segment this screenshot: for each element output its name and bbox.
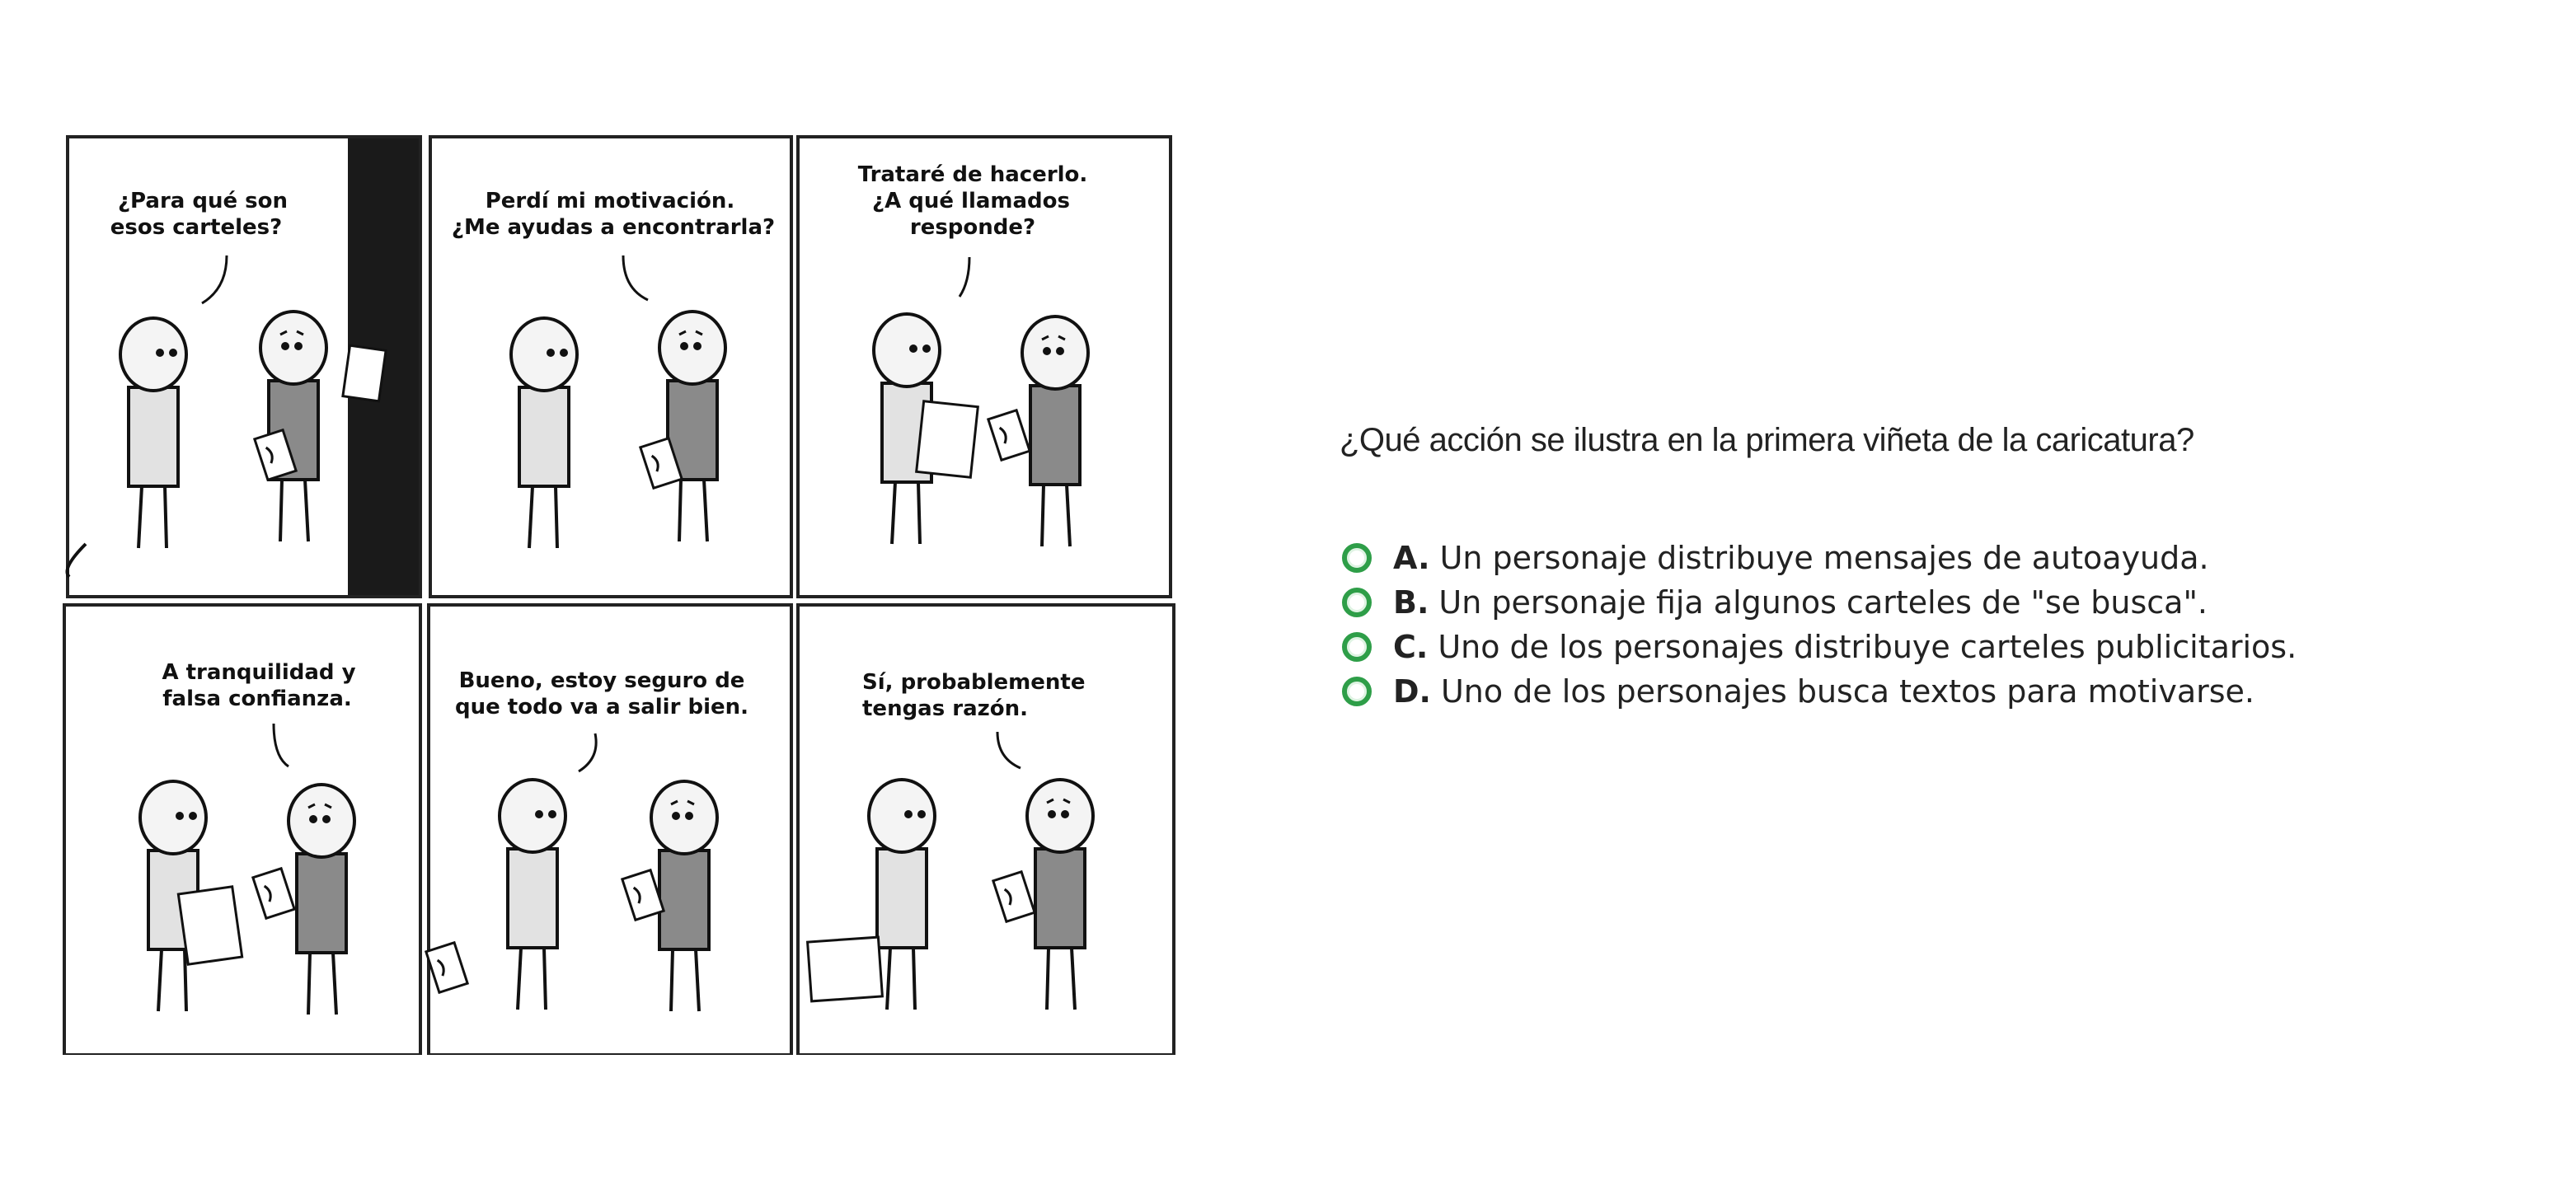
speech-line: ¿A qué llamados: [872, 189, 1070, 213]
speech-line: Trataré de hacerlo.: [858, 162, 1088, 187]
option-text: Un personaje fija algunos carteles de "s…: [1438, 584, 2208, 621]
radio-button-icon[interactable]: [1342, 543, 1372, 573]
speech-line: Sí, probablemente: [862, 670, 1085, 695]
option-letter: D.: [1393, 673, 1431, 710]
speech-line: ¿Me ayudas a encontrarla?: [452, 215, 775, 240]
speech-line: falsa confianza.: [162, 687, 352, 711]
speech-line: tengas razón.: [862, 696, 1028, 721]
option-text: Uno de los personajes busca textos para …: [1440, 673, 2255, 710]
speech-line: que todo va a salir bien.: [455, 695, 748, 719]
option-letter: B.: [1393, 584, 1429, 621]
speech-line: Perdí mi motivación.: [486, 189, 735, 213]
option-letter: A.: [1393, 540, 1430, 576]
speech-line: Bueno, estoy seguro de: [459, 668, 745, 693]
speech-line: esos carteles?: [110, 215, 282, 240]
speech-line: ¿Para qué son: [118, 189, 288, 213]
option-c[interactable]: C. Uno de los personajes distribuye cart…: [1342, 625, 2297, 669]
radio-button-icon[interactable]: [1342, 632, 1372, 662]
comic-strip: ¿Para qué son esos carteles? Perdí mi mo…: [58, 132, 1179, 1055]
option-text: Un personaje distribuye mensajes de auto…: [1439, 540, 2209, 576]
answer-options: A. Un personaje distribuye mensajes de a…: [1342, 536, 2297, 714]
option-d[interactable]: D. Uno de los personajes busca textos pa…: [1342, 669, 2297, 714]
option-a[interactable]: A. Un personaje distribuye mensajes de a…: [1342, 536, 2297, 580]
question-text: ¿Qué acción se ilustra en la primera viñ…: [1340, 422, 2194, 458]
option-b[interactable]: B. Un personaje fija algunos carteles de…: [1342, 580, 2297, 625]
option-letter: C.: [1393, 629, 1429, 665]
speech-line: A tranquilidad y: [162, 660, 355, 685]
radio-button-icon[interactable]: [1342, 677, 1372, 706]
radio-button-icon[interactable]: [1342, 588, 1372, 617]
speech-line: responde?: [910, 215, 1035, 240]
option-text: Uno de los personajes distribuye cartele…: [1438, 629, 2297, 665]
comic-svg: ¿Para qué son esos carteles? Perdí mi mo…: [63, 135, 1175, 1055]
